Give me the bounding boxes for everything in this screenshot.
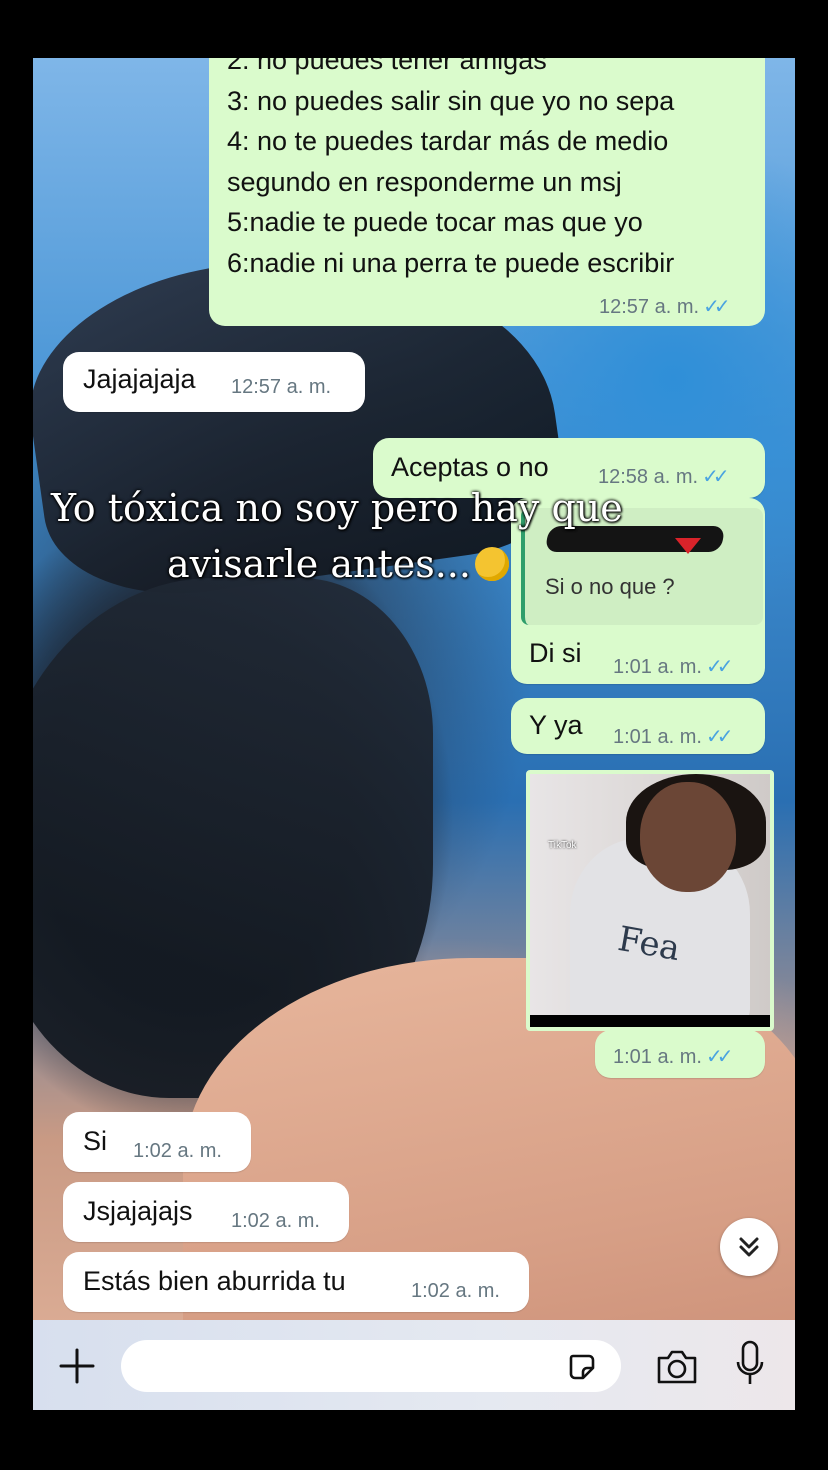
scroll-to-bottom-button[interactable] — [720, 1218, 778, 1276]
rules-line: 6:nadie ni una perra te puede escribir — [227, 247, 675, 278]
double-check-icon: ✓✓ — [702, 466, 729, 488]
plus-icon[interactable] — [57, 1346, 97, 1386]
caption-line-1: Yo tóxica no soy pero hay que — [51, 486, 623, 530]
message-time: 1:02 a. m. — [231, 1210, 320, 1232]
rules-text: 2: no puedes tener amigas 3: no puedes s… — [227, 58, 757, 283]
message-incoming[interactable]: Jsjajajajs 1:02 a. m. — [63, 1182, 349, 1242]
media-time-bubble: 1:01 a. m. ✓✓ — [595, 1030, 765, 1078]
chevron-double-down-icon — [739, 1237, 759, 1257]
camera-icon[interactable] — [655, 1346, 699, 1386]
rules-line: 5:nadie te puede tocar mas que yo — [227, 207, 643, 237]
composer-bar — [33, 1320, 795, 1410]
double-check-icon: ✓✓ — [703, 296, 730, 318]
caption-line-2: avisarle antes... — [167, 542, 509, 586]
message-text: Si — [83, 1126, 108, 1156]
message-text: Estás bien aburrida tu — [83, 1266, 346, 1296]
message-text: Aceptas o no — [391, 452, 549, 482]
message-text: Di si — [529, 638, 582, 668]
microphone-icon[interactable] — [735, 1340, 765, 1388]
message-input[interactable] — [121, 1340, 621, 1392]
rules-line: 2: no puedes tener amigas — [227, 58, 547, 75]
rules-line: 4: no te puedes tardar más de medio — [227, 126, 669, 156]
laughing-emoji-icon — [474, 546, 509, 581]
message-incoming[interactable]: Si 1:02 a. m. — [63, 1112, 251, 1172]
message-time: 1:01 a. m. ✓✓ — [613, 726, 733, 748]
message-outgoing[interactable]: Y ya 1:01 a. m. ✓✓ — [511, 698, 765, 754]
message-time: 12:57 a. m. — [231, 376, 332, 398]
rules-line: segundo en responderme un msj — [227, 166, 622, 197]
message-time: 12:57 a. m. ✓✓ — [599, 296, 730, 318]
media-face — [640, 782, 736, 892]
rules-line: 3: no puedes salir sin que yo no sepa — [227, 85, 675, 116]
message-text: Y ya — [529, 710, 583, 740]
double-check-icon: ✓✓ — [705, 726, 733, 748]
message-time: 1:02 a. m. — [411, 1280, 500, 1302]
chat-screen: 2: no puedes tener amigas 3: no puedes s… — [33, 58, 795, 1410]
sticker-icon[interactable] — [567, 1352, 597, 1382]
message-time: 1:01 a. m. ✓✓ — [613, 1046, 733, 1068]
media-bottom-bar — [530, 1015, 770, 1027]
message-incoming[interactable]: Jajajajaja 12:57 a. m. — [63, 352, 365, 412]
message-text: Jajajajaja — [83, 364, 196, 394]
message-incoming[interactable]: Estás bien aburrida tu 1:02 a. m. — [63, 1252, 529, 1312]
message-rules[interactable]: 2: no puedes tener amigas 3: no puedes s… — [209, 58, 765, 326]
double-check-icon: ✓✓ — [705, 656, 733, 678]
message-time: 1:01 a. m. ✓✓ — [613, 656, 733, 678]
message-text: Jsjajajajs — [83, 1196, 193, 1226]
double-check-icon: ✓✓ — [705, 1046, 733, 1068]
tiktok-watermark: TikTok — [548, 840, 577, 851]
message-time: 1:02 a. m. — [133, 1140, 222, 1162]
quoted-text: Si o no que ? — [545, 574, 675, 599]
media-sticker[interactable]: Fea TikTok — [526, 770, 774, 1031]
